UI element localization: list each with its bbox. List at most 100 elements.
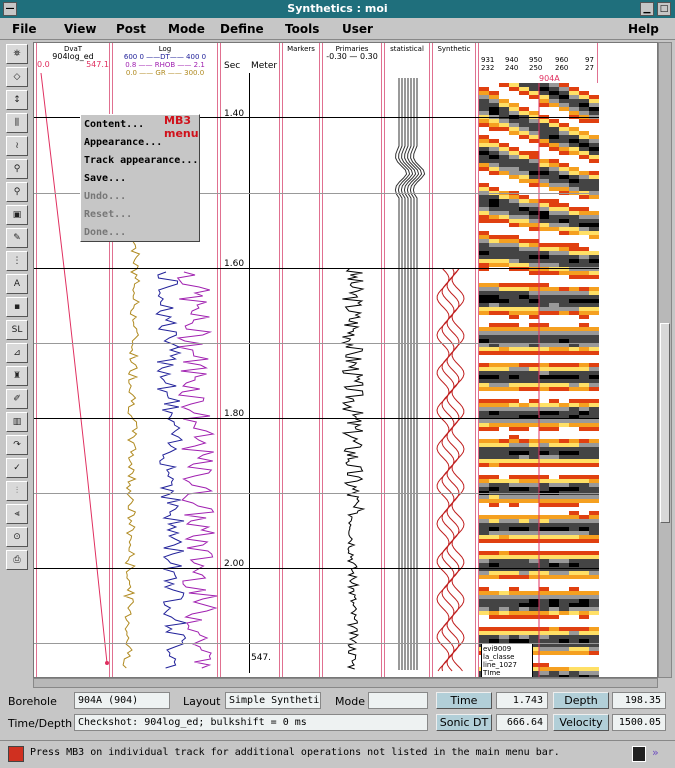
- depth-button[interactable]: Depth: [553, 692, 609, 709]
- seismic-sample: [489, 335, 499, 339]
- seismic-sample: [579, 235, 589, 239]
- seismic-sample: [499, 303, 509, 307]
- menu-item-appearance[interactable]: Appearance...: [84, 137, 162, 148]
- velocity-button[interactable]: Velocity: [553, 714, 609, 731]
- maximize-icon[interactable]: □: [657, 2, 671, 16]
- seismic-sample: [479, 467, 489, 471]
- seismic-sample: [589, 107, 599, 111]
- signal-icon[interactable]: »: [652, 746, 668, 762]
- mode-field[interactable]: [368, 692, 428, 709]
- pick-icon[interactable]: ✓: [6, 458, 28, 478]
- panel-icon[interactable]: ▥: [6, 412, 28, 432]
- seismic-sample: [589, 239, 599, 243]
- seismic-sample: [519, 479, 529, 483]
- seismic-sample: [509, 103, 519, 107]
- menu-mode[interactable]: Mode: [168, 22, 205, 36]
- track-synthetic[interactable]: Synthetic: [432, 43, 476, 677]
- track-markers[interactable]: Markers: [282, 43, 320, 677]
- menu-item-undo[interactable]: Undo...: [84, 191, 126, 202]
- edit-pen-icon[interactable]: ✐: [6, 389, 28, 409]
- log-panels-icon[interactable]: ⫼: [6, 113, 28, 133]
- save-icon[interactable]: ▪: [6, 297, 28, 317]
- time-button[interactable]: Time: [436, 692, 492, 709]
- seismic-sample: [549, 655, 559, 659]
- camera-icon[interactable]: ⊙: [6, 527, 28, 547]
- seismic-sample: [579, 655, 589, 659]
- borehole-field[interactable]: 904A (904): [74, 692, 170, 709]
- brush-icon[interactable]: ✎: [6, 228, 28, 248]
- seismic-sample: [569, 295, 579, 299]
- panel-toggle-icon[interactable]: [632, 746, 646, 762]
- menu-post[interactable]: Post: [116, 22, 146, 36]
- seismic-sample: [479, 167, 489, 171]
- seismic-sample: [559, 263, 569, 267]
- menu-user[interactable]: User: [342, 22, 373, 36]
- menu-item-done[interactable]: Done...: [84, 227, 126, 238]
- menu-item-content[interactable]: Content...: [84, 119, 144, 130]
- annotation-icon[interactable]: A: [6, 274, 28, 294]
- menu-item-reset[interactable]: Reset...: [84, 209, 132, 220]
- seismic-sample: [519, 215, 529, 219]
- arrow-curve-icon[interactable]: ↷: [6, 435, 28, 455]
- seismic-sample: [489, 459, 499, 463]
- seismic-sample: [559, 355, 569, 359]
- seismic-sample: [549, 455, 559, 459]
- seismic-sample: [509, 523, 519, 527]
- wavelet-icon[interactable]: ≀: [6, 136, 28, 156]
- seismic-sample: [479, 407, 489, 411]
- menu-define[interactable]: Define: [220, 22, 264, 36]
- seismic-sample: [529, 291, 539, 295]
- seismic-sample: [529, 311, 539, 315]
- seismic-sample: [539, 299, 549, 303]
- frame-icon[interactable]: ▣: [6, 205, 28, 225]
- sonic-dt-button[interactable]: Sonic DT: [436, 714, 492, 731]
- cube-icon[interactable]: ◇: [6, 67, 28, 87]
- time-depth-field[interactable]: Checkshot: 904log_ed; bulkshift = 0 ms: [74, 714, 428, 731]
- horizontal-scrollbar[interactable]: [33, 678, 658, 688]
- seismic-sample: [569, 275, 579, 279]
- seismic-sample: [489, 419, 499, 423]
- seismic-sample: [539, 151, 549, 155]
- menu-item-track-appearance[interactable]: Track appearance...: [84, 155, 198, 166]
- menu-tools[interactable]: Tools: [285, 22, 319, 36]
- seismic-sample: [489, 331, 499, 335]
- seismic-sample: [579, 455, 589, 459]
- layout-field[interactable]: Simple Syntheti: [225, 692, 321, 709]
- seismic-sample: [509, 499, 519, 503]
- seismic-sample: [519, 383, 529, 387]
- track-primaries[interactable]: Primaries -0.30 — 0.30: [322, 43, 382, 677]
- seismic-sample: [479, 291, 489, 295]
- minimize-icon[interactable]: ▁: [640, 2, 654, 16]
- track-seismic[interactable]: 931 940 950 960 97 232 240 250 260 27 90…: [478, 43, 599, 677]
- track-statistical[interactable]: statistical: [384, 43, 430, 677]
- derrick-icon[interactable]: ♜: [6, 366, 28, 386]
- seismic-sample: [579, 311, 589, 315]
- seismic-sample: [569, 227, 579, 231]
- location-icon[interactable]: ⚲: [6, 182, 28, 202]
- interval-icon[interactable]: ⫶: [6, 481, 28, 501]
- seismic-sample: [549, 435, 559, 439]
- seismic-sample: [489, 247, 499, 251]
- menu-item-save[interactable]: Save...: [84, 173, 126, 184]
- seismic-sample: [509, 135, 519, 139]
- seismic-sample: [549, 139, 559, 143]
- seismic-sample: [579, 319, 589, 323]
- menu-view[interactable]: View: [64, 22, 96, 36]
- depth-scale-icon[interactable]: ⋮: [6, 251, 28, 271]
- marker-pin-icon[interactable]: ⚲: [6, 159, 28, 179]
- seismic-sample: [559, 123, 569, 127]
- filter-icon[interactable]: ⊿: [6, 343, 28, 363]
- seismic-sample: [559, 195, 569, 199]
- vertical-scrollbar[interactable]: [658, 42, 672, 678]
- vertical-scroll-thumb[interactable]: [660, 323, 670, 523]
- menu-help[interactable]: Help: [628, 22, 659, 36]
- stretch-icon[interactable]: ↕: [6, 90, 28, 110]
- seismic-sample: [569, 187, 579, 191]
- interval-mark-icon[interactable]: ⫷: [6, 504, 28, 524]
- window-menu-icon[interactable]: —: [3, 2, 17, 16]
- seismic-sample: [499, 163, 509, 167]
- print-icon[interactable]: ⎙: [6, 550, 28, 570]
- menu-file[interactable]: File: [12, 22, 37, 36]
- sl-icon[interactable]: SL: [6, 320, 28, 340]
- well-icon[interactable]: ⛯: [6, 44, 28, 64]
